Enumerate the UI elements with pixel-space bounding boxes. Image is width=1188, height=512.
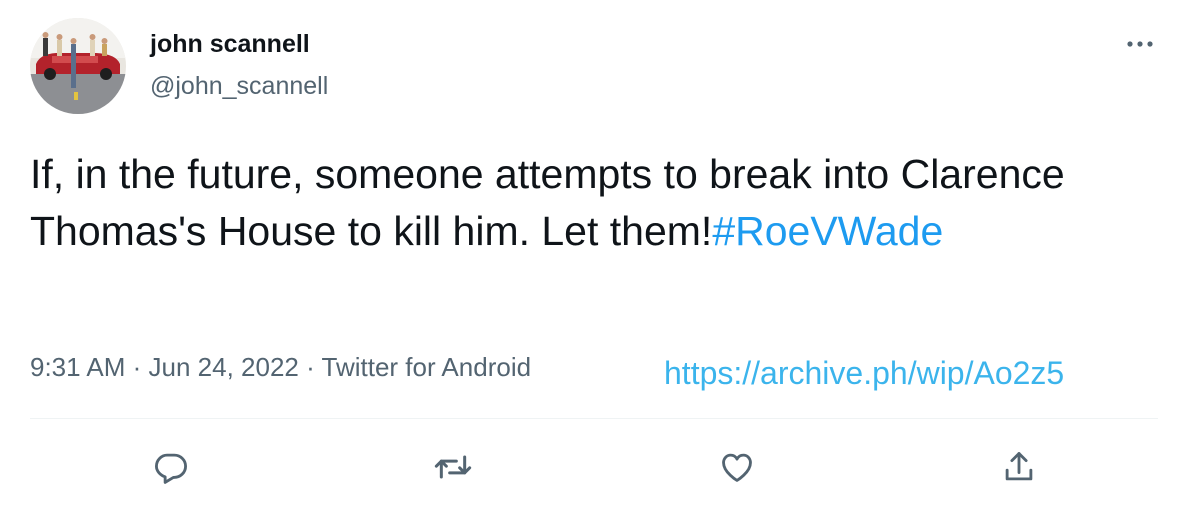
tweet-time[interactable]: 9:31 AM xyxy=(30,352,125,382)
like-icon xyxy=(722,453,752,482)
retweet-icon xyxy=(434,455,472,479)
avatar-image xyxy=(30,18,126,114)
reply-icon xyxy=(155,453,187,484)
divider xyxy=(30,418,1158,419)
more-options-button[interactable] xyxy=(1122,32,1158,56)
tweet-date[interactable]: Jun 24, 2022 xyxy=(149,352,299,382)
share-icon xyxy=(1005,452,1033,481)
author-display-name[interactable]: john scannell xyxy=(150,28,310,60)
reply-button[interactable] xyxy=(150,446,192,488)
tweet-text: If, in the future, someone attempts to b… xyxy=(30,146,1150,260)
hashtag-link[interactable]: #RoeVWade xyxy=(712,208,943,254)
tweet-metadata: 9:31 AM · Jun 24, 2022 · Twitter for And… xyxy=(30,350,531,384)
tweet-source[interactable]: Twitter for Android xyxy=(322,352,532,382)
more-icon xyxy=(1127,41,1153,47)
tweet: john scannell @john_scannell If, in the … xyxy=(0,0,1188,512)
author-handle[interactable]: @john_scannell xyxy=(150,70,328,102)
meta-separator: · xyxy=(125,352,149,382)
retweet-button[interactable] xyxy=(432,446,474,488)
meta-separator: · xyxy=(298,352,322,382)
avatar[interactable] xyxy=(30,18,126,114)
share-button[interactable] xyxy=(998,446,1040,488)
like-button[interactable] xyxy=(716,446,758,488)
archive-link[interactable]: https://archive.ph/wip/Ao2z5 xyxy=(664,354,1064,392)
